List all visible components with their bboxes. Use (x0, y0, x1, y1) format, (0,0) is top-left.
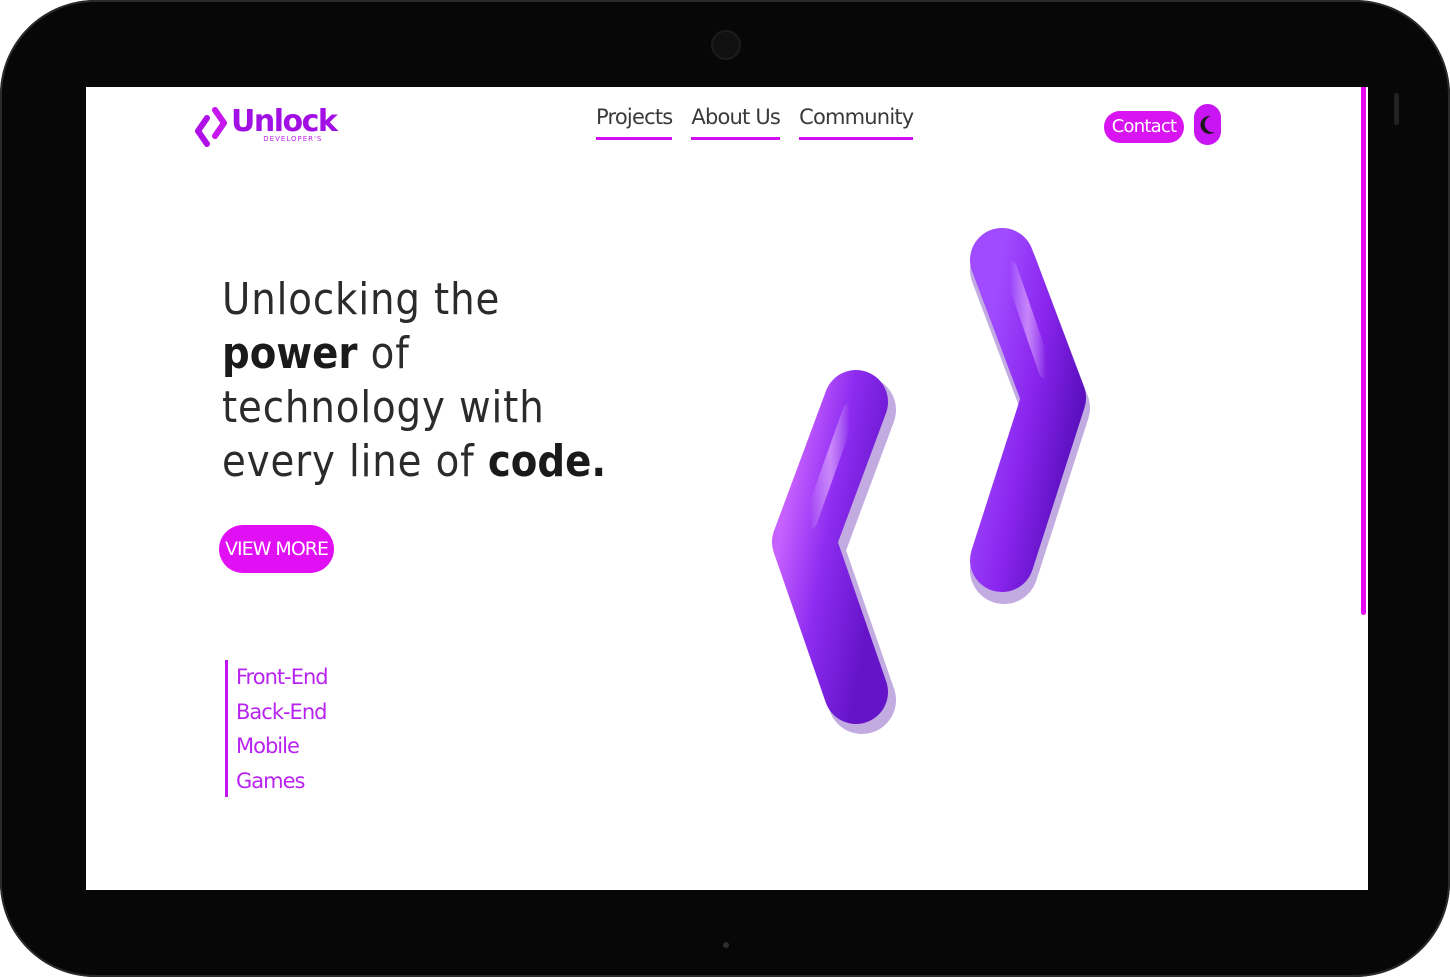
brand-name: Unlock (231, 104, 338, 139)
headline-emphasis-power: power (222, 328, 358, 379)
headline-line-1: Unlocking the (222, 274, 501, 325)
main-nav: Projects About Us Community (596, 103, 914, 140)
brand-tagline: DEVELOPER'S (263, 135, 323, 143)
logo-brackets-icon (195, 107, 227, 147)
service-item-front-end: Front-End (236, 665, 329, 689)
services-list: Front-End Back-End Mobile Games (225, 660, 329, 797)
tablet-frame: Unlock DEVELOPER'S Projects About Us Com… (0, 0, 1450, 977)
headline-line-3: technology with (222, 382, 545, 433)
moon-icon (1200, 115, 1215, 134)
nav-link-community[interactable]: Community (799, 103, 914, 140)
service-item-games: Games (236, 768, 305, 793)
view-more-button[interactable]: VIEW MORE (219, 525, 334, 573)
service-item-mobile: Mobile (236, 734, 300, 758)
camera-icon (711, 30, 741, 60)
nav-link-projects[interactable]: Projects (596, 103, 673, 140)
theme-toggle-button[interactable] (1194, 104, 1221, 145)
home-indicator (723, 942, 729, 948)
headline-line-2-rest: of (357, 328, 410, 379)
headline-line-4-rest: every line of (222, 436, 488, 487)
contact-button[interactable]: Contact (1104, 111, 1184, 143)
scrollbar[interactable] (1361, 87, 1366, 615)
hero-headline: Unlocking the power of technology with e… (222, 273, 606, 489)
service-item-back-end: Back-End (236, 699, 327, 724)
code-brackets-3d-icon (772, 228, 1090, 734)
brand-logo[interactable]: Unlock DEVELOPER'S (194, 104, 338, 149)
nav-link-about-us[interactable]: About Us (691, 103, 781, 140)
headline-emphasis-code: code. (487, 436, 607, 487)
side-button (1394, 93, 1399, 125)
screen: Unlock DEVELOPER'S Projects About Us Com… (86, 87, 1368, 890)
